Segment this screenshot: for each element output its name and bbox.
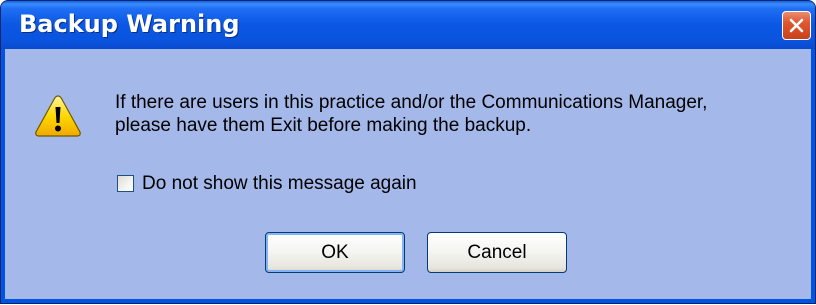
close-icon bbox=[789, 18, 804, 33]
dialog-body: If there are users in this practice and/… bbox=[5, 49, 811, 299]
dialog-window: Backup Warning If there are users in thi… bbox=[0, 0, 816, 304]
dialog-title: Backup Warning bbox=[19, 10, 240, 38]
dont-show-again-label[interactable]: Do not show this message again bbox=[142, 173, 417, 195]
title-bar[interactable]: Backup Warning bbox=[1, 1, 815, 49]
warning-message: If there are users in this practice and/… bbox=[115, 91, 707, 137]
ok-button[interactable]: OK bbox=[265, 232, 405, 273]
cancel-button[interactable]: Cancel bbox=[427, 232, 567, 273]
close-button[interactable] bbox=[782, 11, 811, 40]
message-line-2: please have them Exit before making the … bbox=[115, 115, 532, 136]
dont-show-again-checkbox[interactable] bbox=[117, 175, 134, 192]
warning-icon bbox=[35, 95, 81, 137]
message-line-1: If there are users in this practice and/… bbox=[115, 92, 708, 113]
